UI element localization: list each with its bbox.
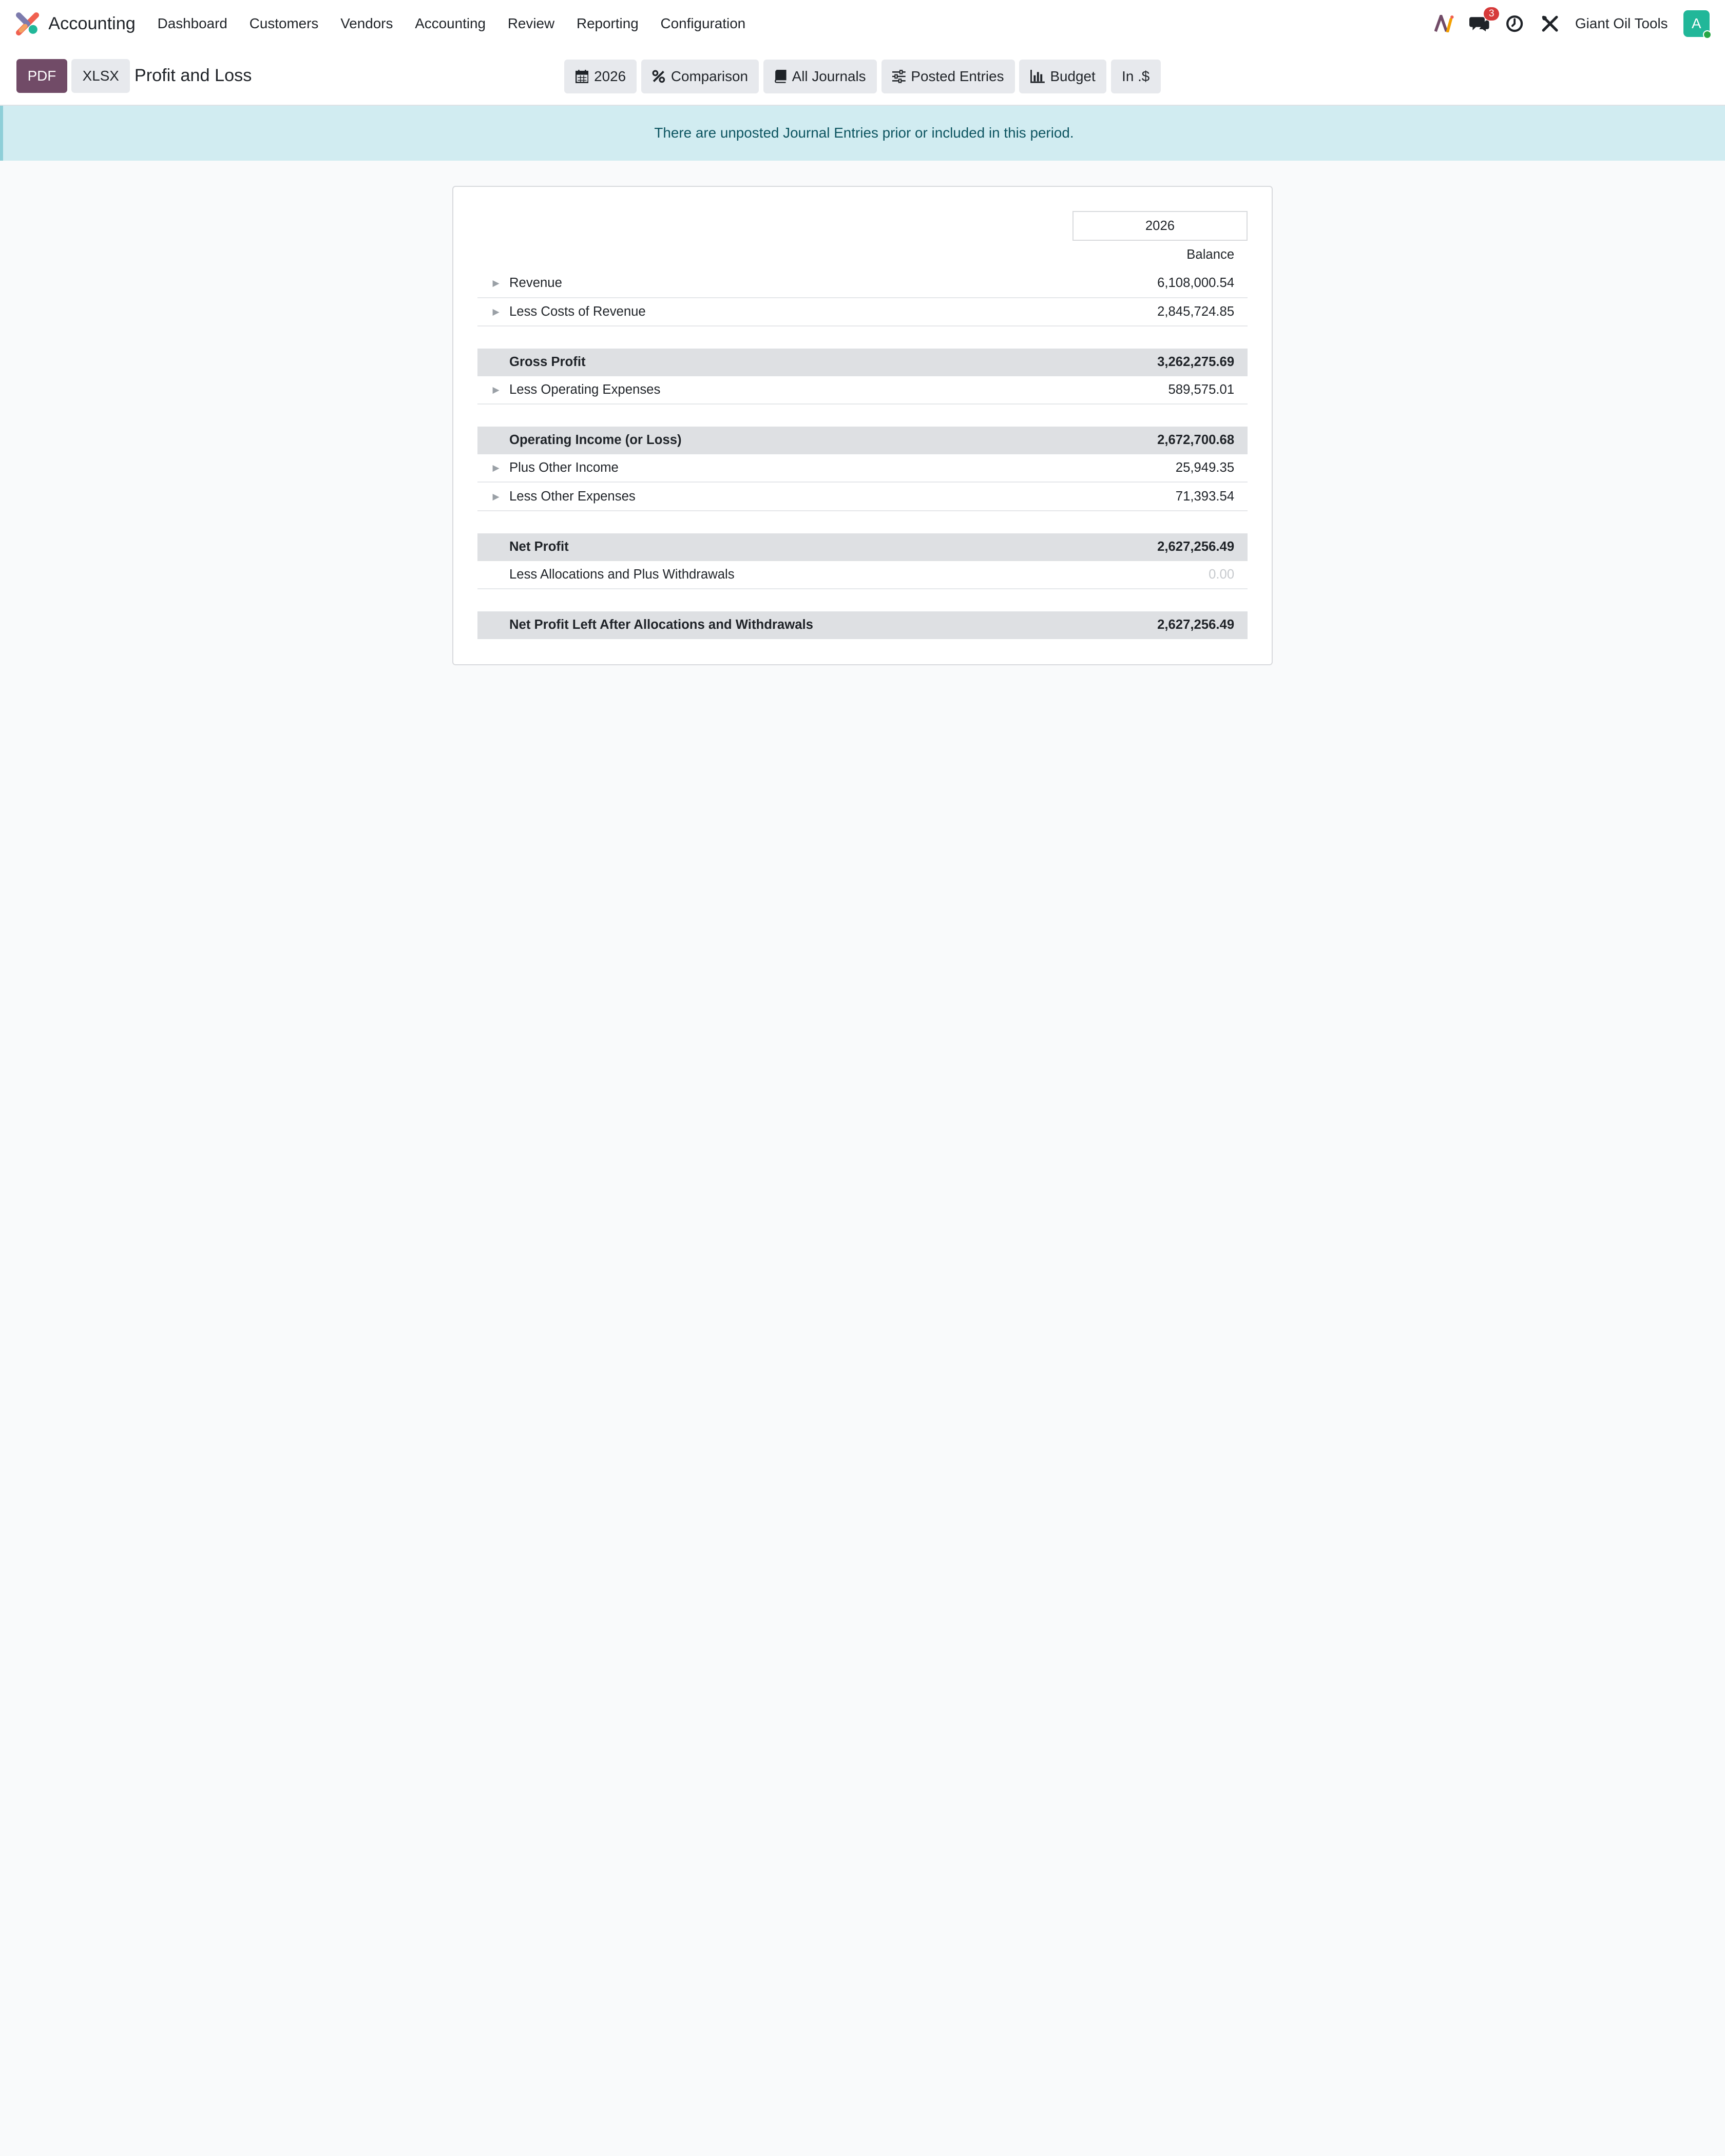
messages-icon[interactable]: 3 — [1469, 7, 1500, 34]
company-switcher[interactable]: Giant Oil Tools — [1575, 15, 1668, 32]
menu-accounting[interactable]: Accounting — [404, 15, 497, 32]
report-row-operating-income: Operating Income (or Loss) 2,672,700.68 — [477, 427, 1248, 454]
alert-message: There are unposted Journal Entries prior… — [654, 125, 1074, 141]
budget-filter-label: Budget — [1050, 68, 1096, 84]
report-row-other-income[interactable]: ▶ Plus Other Income 25,949.35 — [477, 454, 1248, 483]
systray: 3 Giant Oil Tools A — [1434, 7, 1712, 40]
page: Accounting Dashboard Customers Vendors A… — [0, 0, 1725, 1078]
tools-icon[interactable] — [1540, 14, 1560, 34]
activity-clock-icon[interactable] — [1505, 14, 1525, 34]
entries-filter-label: Posted Entries — [911, 68, 1004, 84]
period-filter-label: 2026 — [594, 68, 626, 84]
report-row-operating-expenses[interactable]: ▶ Less Operating Expenses 589,575.01 — [477, 376, 1248, 405]
online-status-dot — [1703, 30, 1712, 40]
row-label: Less Other Expenses — [509, 489, 636, 504]
avatar-letter: A — [1692, 15, 1701, 32]
unposted-entries-alert: There are unposted Journal Entries prior… — [0, 105, 1725, 161]
row-label: Net Profit Left After Allocations and Wi… — [509, 618, 813, 632]
menu-review[interactable]: Review — [496, 15, 565, 32]
row-label: Less Costs of Revenue — [509, 304, 646, 319]
ai-icon[interactable] — [1434, 14, 1454, 34]
control-panel: PDF XLSX Profit and Loss 2026 Comparison… — [0, 47, 1725, 106]
row-amount[interactable]: 6,108,000.54 — [1157, 276, 1248, 291]
row-label: Revenue — [509, 276, 562, 291]
comparison-filter-button[interactable]: Comparison — [641, 59, 759, 94]
row-label: Net Profit — [509, 540, 569, 554]
row-amount[interactable]: 71,393.54 — [1176, 489, 1248, 504]
journals-filter-button[interactable]: All Journals — [763, 59, 877, 94]
entries-filter-button[interactable]: Posted Entries — [881, 59, 1015, 94]
menu-dashboard[interactable]: Dashboard — [146, 15, 238, 32]
messages-badge: 3 — [1484, 7, 1500, 21]
app-logo-icon[interactable] — [15, 12, 40, 36]
caret-right-icon[interactable]: ▶ — [477, 306, 509, 317]
menu-vendors[interactable]: Vendors — [330, 15, 404, 32]
budget-filter-button[interactable]: Budget — [1019, 59, 1107, 94]
period-filter-button[interactable]: 2026 — [564, 59, 637, 94]
row-amount[interactable]: 589,575.01 — [1168, 382, 1247, 397]
report-row-revenue[interactable]: ▶ Revenue 6,108,000.54 — [477, 270, 1248, 298]
journals-filter-label: All Journals — [792, 68, 866, 84]
bar-chart-icon — [1030, 70, 1045, 83]
top-navbar: Accounting Dashboard Customers Vendors A… — [0, 0, 1725, 48]
sliders-icon — [892, 70, 906, 83]
report-row-gross-profit: Gross Profit 3,262,275.69 — [477, 349, 1248, 376]
report-row-costs-of-revenue[interactable]: ▶ Less Costs of Revenue 2,845,724.85 — [477, 298, 1248, 327]
row-amount[interactable]: 2,845,724.85 — [1157, 304, 1248, 319]
caret-right-icon[interactable]: ▶ — [477, 463, 509, 473]
xlsx-button[interactable]: XLSX — [71, 59, 130, 93]
row-label: Operating Income (or Loss) — [509, 433, 682, 448]
percent-icon — [653, 70, 665, 83]
page-title: Profit and Loss — [134, 66, 252, 86]
report-filters: 2026 Comparison All Journals Posted Entr… — [564, 59, 1161, 94]
caret-right-icon[interactable]: ▶ — [477, 384, 509, 395]
row-label: Less Allocations and Plus Withdrawals — [509, 567, 735, 582]
profit-and-loss-report: 2026 Balance ▶ Revenue 6,108,000.54 ▶ Le… — [452, 186, 1273, 666]
calendar-icon — [575, 70, 589, 83]
row-label: Less Operating Expenses — [509, 382, 661, 397]
report-row-allocations-withdrawals: Less Allocations and Plus Withdrawals 0.… — [477, 561, 1248, 590]
row-amount: 0.00 — [1209, 567, 1235, 582]
caret-right-icon[interactable]: ▶ — [477, 278, 509, 288]
report-row-net-profit-left: Net Profit Left After Allocations and Wi… — [477, 611, 1248, 639]
row-amount: 2,627,256.49 — [1157, 540, 1235, 554]
user-avatar[interactable]: A — [1683, 10, 1712, 40]
row-amount[interactable]: 25,949.35 — [1176, 460, 1248, 475]
report-row-other-expenses[interactable]: ▶ Less Other Expenses 71,393.54 — [477, 483, 1248, 512]
row-amount: 3,262,275.69 — [1157, 355, 1235, 370]
row-label: Gross Profit — [509, 355, 586, 370]
caret-right-icon[interactable]: ▶ — [477, 491, 509, 502]
row-label: Plus Other Income — [509, 460, 619, 475]
period-column-header: 2026 — [1072, 211, 1248, 241]
app-name[interactable]: Accounting — [48, 14, 136, 34]
comparison-filter-label: Comparison — [670, 68, 748, 84]
report-table: 2026 Balance ▶ Revenue 6,108,000.54 ▶ Le… — [477, 211, 1248, 639]
menu-configuration[interactable]: Configuration — [649, 15, 756, 32]
report-row-net-profit: Net Profit 2,627,256.49 — [477, 533, 1248, 561]
row-amount: 2,627,256.49 — [1157, 618, 1235, 632]
menu-customers[interactable]: Customers — [238, 15, 329, 32]
currency-filter-button[interactable]: In .$ — [1110, 59, 1161, 94]
menu-reporting[interactable]: Reporting — [566, 15, 650, 32]
row-amount: 2,672,700.68 — [1157, 433, 1235, 448]
book-icon — [775, 70, 787, 83]
balance-column-header: Balance — [1186, 247, 1235, 262]
pdf-button[interactable]: PDF — [16, 59, 67, 93]
